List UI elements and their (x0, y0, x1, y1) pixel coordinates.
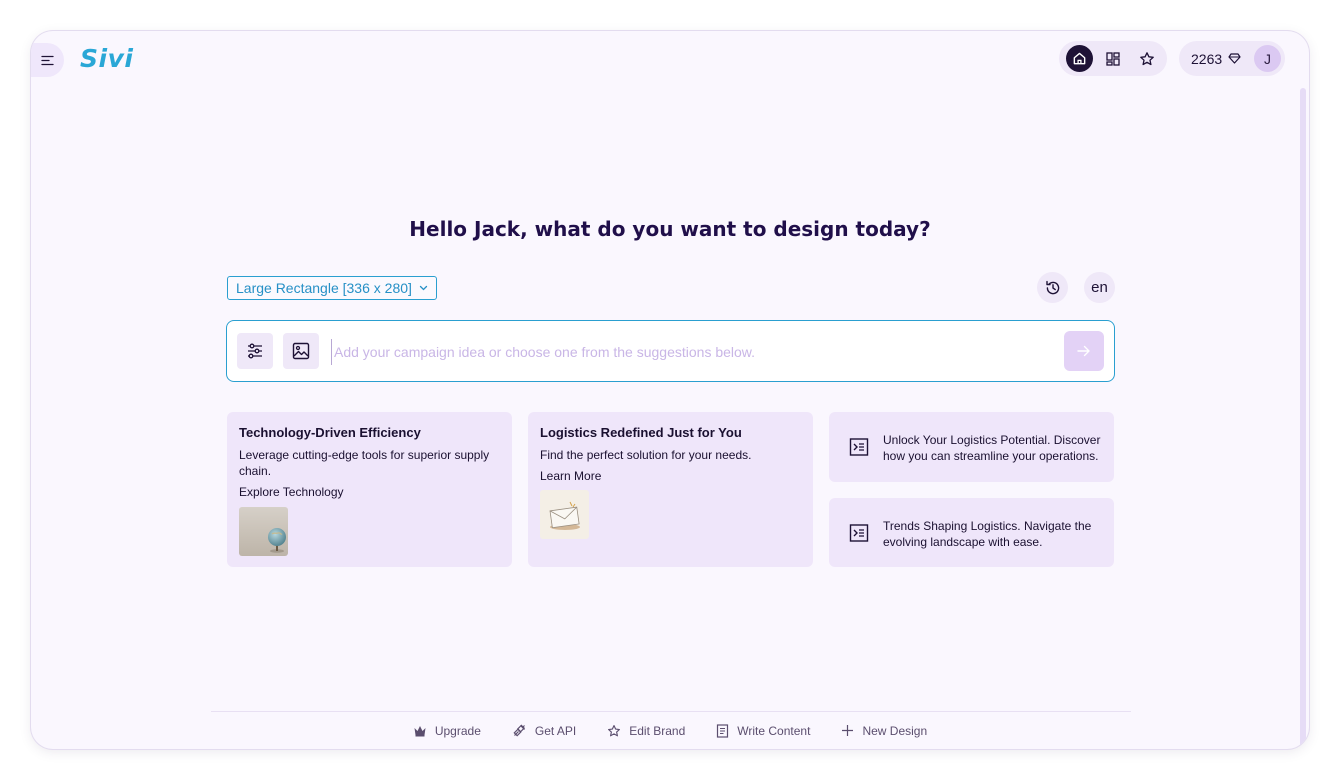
image-upload-button[interactable] (283, 333, 319, 369)
menu-button[interactable] (31, 43, 64, 77)
card-text: Unlock Your Logistics Potential. Discove… (883, 433, 1101, 463)
send-button[interactable] (1064, 331, 1104, 371)
settings-button[interactable] (237, 333, 273, 369)
star-icon (1139, 51, 1155, 67)
suggestion-card-3[interactable]: Unlock Your Logistics Potential. Discove… (829, 412, 1114, 482)
write-content-label: Write Content (737, 723, 811, 738)
size-select-value: Large Rectangle [336 x 280] (236, 280, 412, 296)
write-content-link[interactable]: Write Content (716, 723, 810, 738)
new-design-link[interactable]: New Design (841, 723, 927, 738)
app-window: Sivi 2263 J Hello Jack, what do you want… (31, 31, 1309, 749)
new-design-label: New Design (862, 723, 928, 738)
arrow-right-icon (1077, 345, 1091, 357)
prompt-icon (849, 523, 869, 543)
language-button[interactable]: en (1084, 272, 1115, 303)
page-title: Hello Jack, what do you want to design t… (409, 217, 931, 241)
get-api-label: Get API (534, 723, 577, 738)
suggestion-card-1[interactable]: Technology-Driven Efficiency Leverage cu… (227, 412, 512, 567)
prompt-box (226, 320, 1115, 382)
credits-count: 2263 (1191, 50, 1223, 67)
plus-icon (841, 724, 854, 737)
suggestion-card-2[interactable]: Logistics Redefined Just for You Find th… (528, 412, 813, 567)
avatar[interactable]: J (1254, 45, 1281, 72)
image-icon (292, 342, 310, 360)
size-select[interactable]: Large Rectangle [336 x 280] (227, 276, 437, 300)
edit-brand-label: Edit Brand (629, 723, 686, 738)
card-title: Logistics Redefined Just for You (540, 425, 742, 440)
get-api-link[interactable]: Get API (512, 723, 576, 738)
footer-divider (211, 711, 1131, 712)
crown-icon (413, 724, 427, 737)
card-cta: Learn More (540, 469, 602, 483)
prompt-icon (849, 437, 869, 457)
sliders-icon (246, 342, 264, 360)
history-button[interactable] (1037, 272, 1068, 303)
favorites-button[interactable] (1134, 45, 1161, 72)
home-button[interactable] (1065, 45, 1093, 72)
card-description: Find the perfect solution for your needs… (540, 448, 752, 462)
credits-badge[interactable]: 2263 J (1179, 41, 1285, 76)
chevron-down-icon (419, 285, 428, 291)
api-icon (512, 723, 527, 738)
card-description: Leverage cutting-edge tools for superior… (239, 448, 490, 478)
envelope-image (540, 490, 589, 539)
star-icon (607, 724, 621, 738)
prompt-input[interactable] (331, 339, 1051, 365)
history-icon (1044, 279, 1062, 297)
scrollbar[interactable] (1300, 88, 1306, 748)
diamond-icon (1228, 53, 1241, 64)
logo[interactable]: Sivi (80, 44, 133, 73)
globe-image (239, 507, 288, 556)
designs-button[interactable] (1100, 45, 1127, 72)
card-text: Trends Shaping Logistics. Navigate the e… (883, 519, 1092, 549)
card-cta: Explore Technology (239, 485, 344, 499)
document-icon (716, 723, 729, 738)
menu-icon (41, 55, 54, 66)
suggestion-card-4[interactable]: Trends Shaping Logistics. Navigate the e… (829, 498, 1114, 567)
footer-nav: Upgrade Get API Edit Brand Write Content… (31, 723, 1309, 738)
upgrade-label: Upgrade (434, 723, 481, 738)
card-title: Technology-Driven Efficiency (239, 425, 421, 440)
home-icon (1072, 51, 1087, 66)
upgrade-link[interactable]: Upgrade (413, 723, 481, 738)
nav-group (1059, 41, 1167, 76)
grid-icon (1105, 51, 1121, 67)
edit-brand-link[interactable]: Edit Brand (607, 723, 685, 738)
